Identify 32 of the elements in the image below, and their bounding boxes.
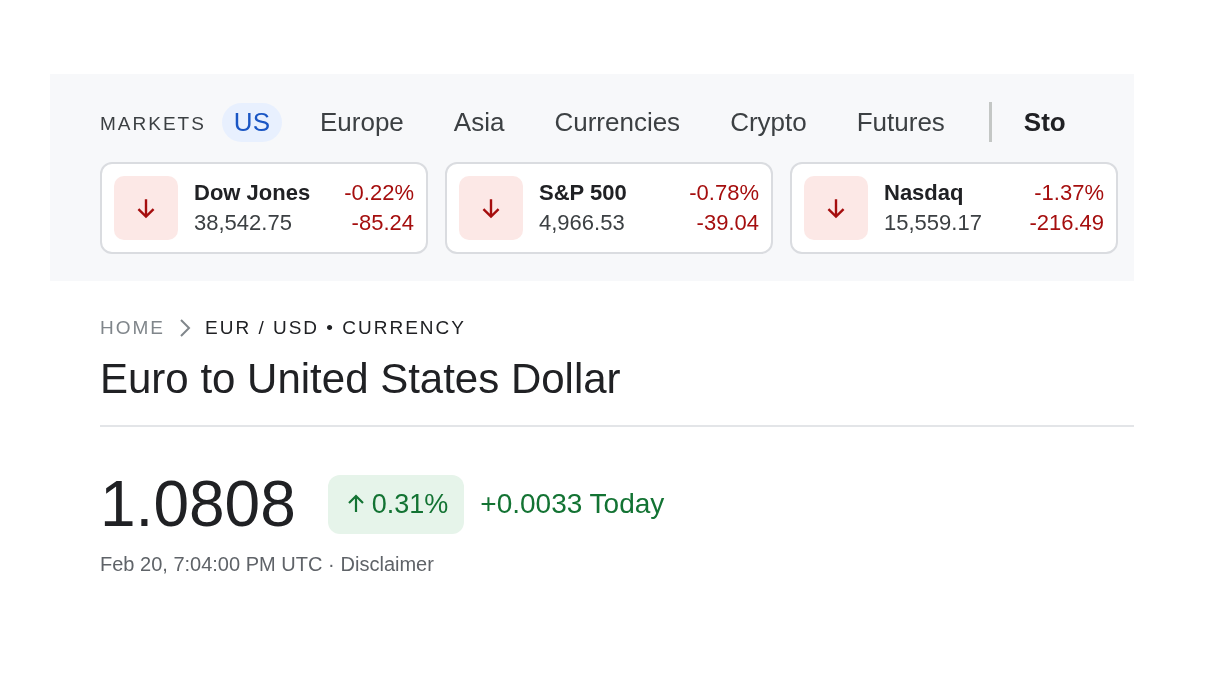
index-name: S&P 500	[539, 180, 627, 206]
index-percent: -0.78%	[689, 180, 759, 206]
index-card[interactable]: Dow Jones 38,542.75 -0.22% -85.24	[100, 162, 428, 254]
market-tab[interactable]: Asia	[441, 102, 517, 142]
index-percent: -0.22%	[344, 180, 414, 206]
index-name: Nasdaq	[884, 180, 965, 206]
index-value: 15,559.17	[884, 210, 982, 236]
page-title: Euro to United States Dollar	[100, 355, 1134, 427]
index-change: -85.24	[351, 210, 414, 236]
market-tab[interactable]: US	[221, 102, 282, 142]
index-card[interactable]: S&P 500 4,966.53 -0.78% -39.04	[445, 162, 773, 254]
market-tab[interactable]: Europe	[308, 102, 416, 142]
disclaimer-link[interactable]: Disclaimer	[340, 553, 434, 576]
price: 1.0808	[100, 467, 296, 541]
change-today: +0.0033 Today	[480, 488, 665, 520]
index-value: 38,542.75	[194, 210, 293, 236]
chevron-icon	[179, 319, 191, 337]
index-name: Dow Jones	[194, 180, 311, 206]
timestamp: Feb 20, 7:04:00 PM UTC ·	[100, 553, 335, 576]
market-tab[interactable]: Crypto	[718, 102, 819, 142]
market-tab[interactable]: Sto	[1023, 106, 1066, 138]
index-change: -216.49	[1029, 210, 1104, 236]
market-tab[interactable]: Futures	[844, 102, 957, 142]
index-value: 4,966.53	[539, 210, 626, 236]
index-card[interactable]: Nasdaq 15,559.17 -1.37% -216.49	[790, 162, 1118, 254]
index-percent: -1.37%	[1034, 180, 1104, 206]
home-link[interactable]: HOME	[100, 317, 165, 339]
market-tab[interactable]: Currencies	[542, 102, 693, 142]
index-change: -39.04	[696, 210, 759, 236]
markets-label: MARKETS	[100, 112, 206, 135]
change-badge: 0.31%	[327, 474, 465, 534]
breadcrumb-current: EUR / USD • CURRENCY	[205, 317, 466, 339]
